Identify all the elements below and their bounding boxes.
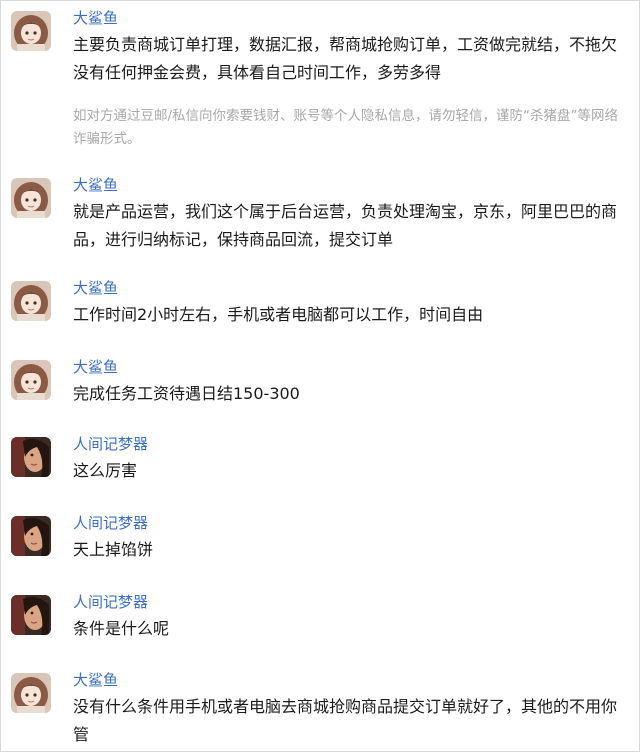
sender-name[interactable]: 人间记梦器: [73, 433, 148, 455]
sender-name[interactable]: 大鲨鱼: [73, 356, 118, 378]
anime-girl-avatar-icon[interactable]: [11, 281, 51, 321]
anime-girl-avatar-icon[interactable]: [11, 11, 51, 51]
sender-name[interactable]: 人间记梦器: [73, 512, 148, 534]
security-notice: 如对方通过豆邮/私信向你索要钱财、账号等个人隐私信息，请勿轻信，谨防“杀猪盘”等…: [73, 108, 619, 147]
message-text: 主要负责商城订单打理，数据汇报，帮商城抢购订单，工资做完就结，不拖欠没有任何押金…: [73, 35, 618, 82]
message-text: 天上掉馅饼: [73, 540, 154, 559]
portrait-photo-avatar-icon[interactable]: [11, 437, 51, 477]
sender-name[interactable]: 大鲨鱼: [73, 7, 118, 29]
message-text: 条件是什么呢: [73, 619, 170, 638]
sender-name[interactable]: 大鲨鱼: [73, 669, 118, 691]
anime-girl-avatar-icon[interactable]: [11, 178, 51, 218]
anime-girl-avatar-icon[interactable]: [11, 360, 51, 400]
sender-name[interactable]: 大鲨鱼: [73, 277, 118, 299]
portrait-photo-avatar-icon[interactable]: [11, 516, 51, 556]
message-text: 工作时间2小时左右，手机或者电脑都可以工作，时间自由: [73, 305, 484, 324]
chat-thread: 大鲨鱼 主要负责商城订单打理，数据汇报，帮商城抢购订单，工资做完就结，不拖欠没有…: [0, 0, 640, 752]
message-text: 这么厉害: [73, 461, 138, 480]
portrait-photo-avatar-icon[interactable]: [11, 595, 51, 635]
message-text: 没有什么条件用手机或者电脑去商城抢购商品提交订单就好了，其他的不用你管: [73, 697, 618, 744]
anime-girl-avatar-icon[interactable]: [11, 673, 51, 713]
sender-name[interactable]: 人间记梦器: [73, 591, 148, 613]
message-text: 完成任务工资待遇日结150-300: [73, 384, 300, 403]
message-text: 就是产品运营，我们这个属于后台运营，负责处理淘宝，京东，阿里巴巴的商品，进行归纳…: [73, 202, 618, 249]
sender-name[interactable]: 大鲨鱼: [73, 174, 118, 196]
